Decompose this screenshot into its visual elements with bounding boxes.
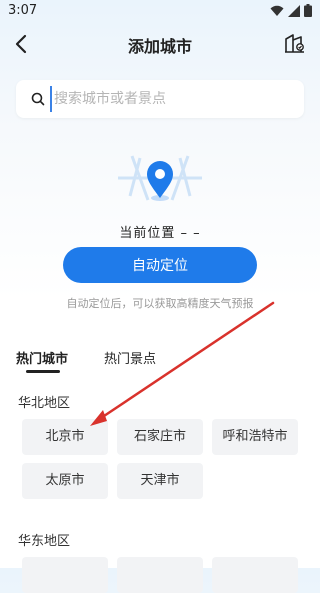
tab-hot-spots[interactable]: 热门景点 (104, 348, 156, 367)
city-button-tianjin[interactable]: 天津市 (117, 463, 203, 499)
status-icons (270, 4, 312, 17)
header: 添加城市 (0, 24, 320, 64)
city-button-shijiazhuang[interactable]: 石家庄市 (117, 419, 203, 455)
current-location-label: 当前位置 – – (119, 226, 201, 241)
region-title-east: 华东地区 (18, 534, 71, 549)
city-manage-button[interactable] (284, 32, 306, 54)
tab-hot-cities[interactable]: 热门城市 (16, 348, 68, 367)
auto-locate-hint: 自动定位后，可以获取高精度天气预报 (66, 297, 254, 310)
signal-icon (288, 4, 300, 17)
status-bar: 3:07 (0, 0, 320, 24)
active-tab-indicator (26, 370, 60, 373)
region-title-north: 华北地区 (18, 396, 71, 411)
status-time: 3:07 (8, 3, 38, 18)
building-icon (285, 34, 304, 53)
search-bar (16, 80, 304, 118)
search-icon (30, 91, 46, 107)
auto-locate-button[interactable]: 自动定位 (63, 247, 257, 283)
city-button-beijing[interactable]: 北京市 (22, 419, 108, 455)
city-button-hohhot[interactable]: 呼和浩特市 (212, 419, 298, 455)
battery-icon (304, 4, 312, 17)
city-button[interactable] (22, 557, 108, 593)
wifi-icon (270, 5, 284, 17)
search-input[interactable] (50, 86, 294, 112)
city-button-taiyuan[interactable]: 太原市 (22, 463, 108, 499)
page-title: 添加城市 (127, 37, 192, 56)
city-button[interactable] (117, 557, 203, 593)
city-button[interactable] (212, 557, 298, 593)
location-pin-illustration (110, 148, 210, 208)
